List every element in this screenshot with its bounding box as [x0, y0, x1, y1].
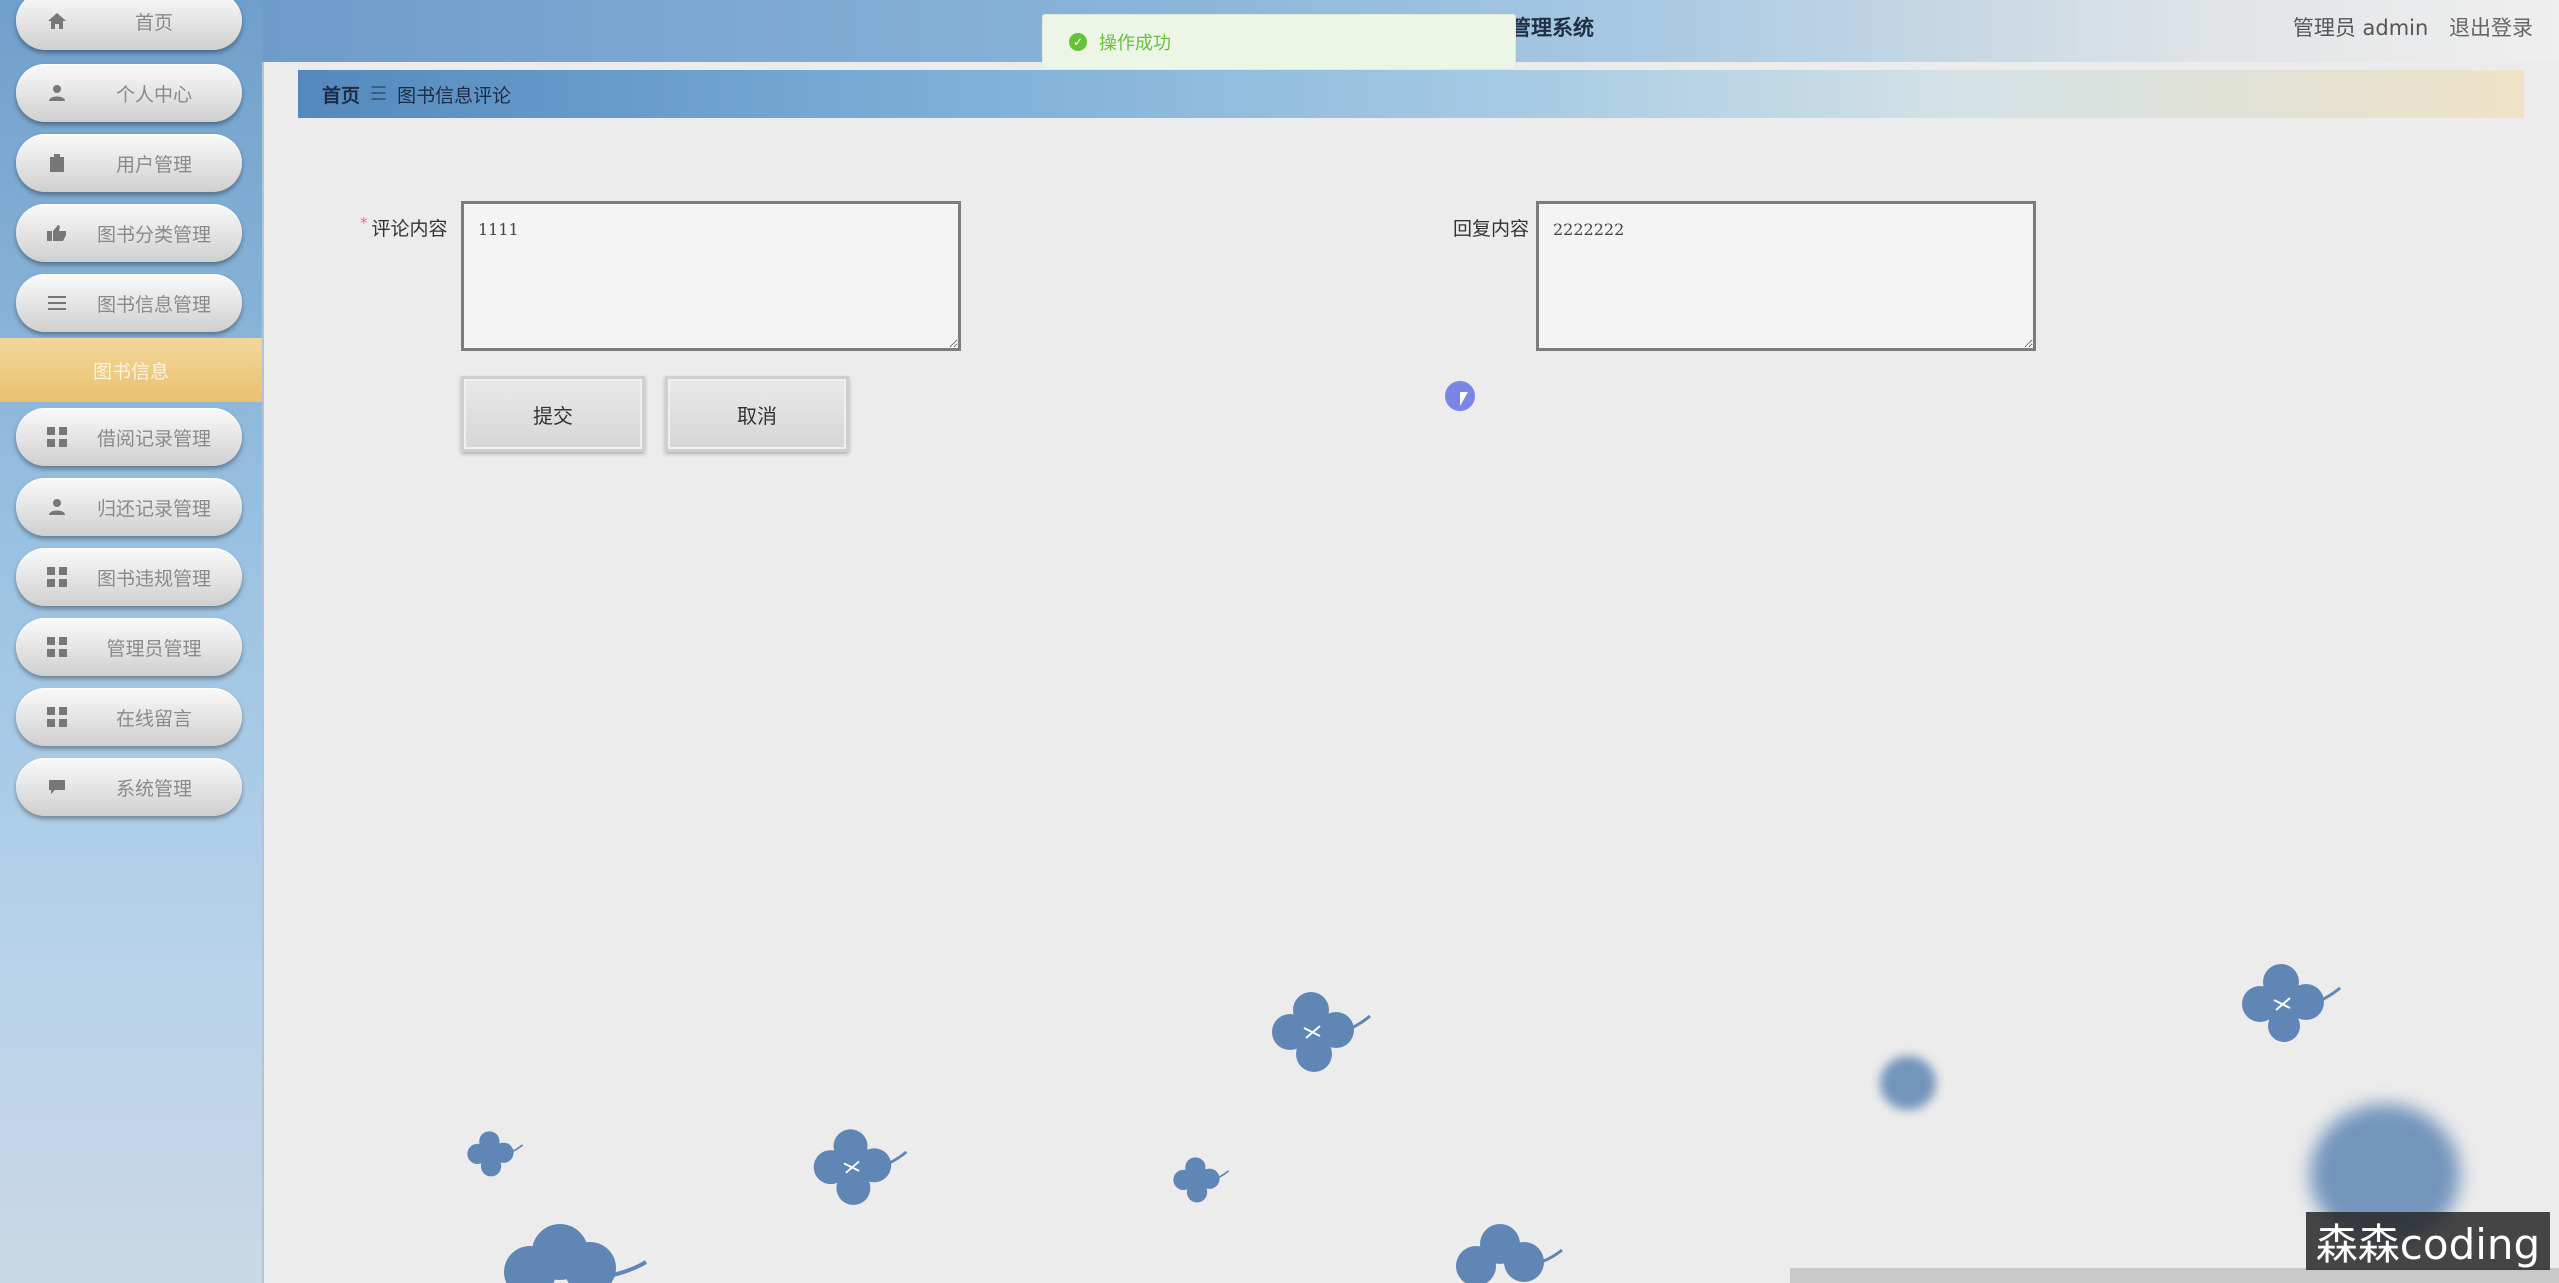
user-role: 管理员 admin — [2292, 16, 2429, 40]
sidebar-item-messages[interactable]: 在线留言 — [16, 688, 242, 746]
submit-button[interactable]: 提交 — [461, 376, 645, 452]
breadcrumb: 首页 ☰ 图书信息评论 — [298, 70, 2524, 118]
grid-icon — [46, 566, 68, 588]
clover-decoration-icon — [1272, 992, 1371, 1072]
sidebar-item-system[interactable]: 系统管理 — [16, 758, 242, 816]
clover-decoration-icon — [813, 1129, 908, 1205]
clover-decoration-icon — [1173, 1157, 1230, 1203]
sidebar-item-borrow-records[interactable]: 借阅记录管理 — [16, 408, 242, 466]
sidebar-item-home[interactable]: 首页 — [16, 0, 242, 50]
breadcrumb-home[interactable]: 首页 — [322, 81, 360, 108]
comment-label: * 评论内容 — [360, 214, 448, 241]
sidebar: 首页 个人中心 用户管理 图书分类管理 图书信息管理 图书信息 借阅记录管理 归… — [0, 0, 262, 1283]
user-info: 管理员 admin 退出登录 — [2293, 12, 2533, 42]
sidebar-item-user-management[interactable]: 用户管理 — [16, 134, 242, 192]
grid-icon — [46, 426, 68, 448]
chat-icon — [46, 776, 68, 798]
clover-decoration-icon — [2242, 964, 2341, 1042]
check-circle-icon: ✓ — [1069, 33, 1087, 51]
breadcrumb-separator: ☰ — [370, 83, 388, 105]
success-toast: ✓ 操作成功 — [1042, 14, 1516, 70]
grid-icon — [46, 706, 68, 728]
sidebar-item-return-records[interactable]: 归还记录管理 — [16, 478, 242, 536]
reply-label: 回复内容 — [1453, 218, 1530, 240]
blurred-clover-decoration — [1880, 1056, 1936, 1110]
clover-decoration-icon — [1456, 1224, 1563, 1283]
sidebar-item-personal-center[interactable]: 个人中心 — [16, 64, 242, 122]
grid-icon — [46, 636, 68, 658]
sidebar-item-book-info[interactable]: 图书信息管理 — [16, 274, 242, 332]
breadcrumb-current: 图书信息评论 — [397, 84, 512, 107]
home-icon — [46, 10, 68, 32]
person-icon — [46, 82, 68, 104]
divider — [262, 0, 264, 1283]
cancel-button[interactable]: 取消 — [665, 376, 849, 452]
sidebar-item-admin-management[interactable]: 管理员管理 — [16, 618, 242, 676]
comment-label-text: 评论内容 — [371, 218, 448, 240]
thumb-icon — [46, 222, 68, 244]
system-title: 管理系统 — [1510, 16, 1594, 40]
clipboard-icon — [46, 152, 68, 174]
comment-textarea[interactable] — [461, 201, 961, 351]
person-icon — [46, 496, 68, 518]
reply-textarea[interactable] — [1536, 201, 2036, 351]
required-mark: * — [360, 214, 368, 232]
sidebar-subitem-book-info[interactable]: 图书信息 — [0, 338, 262, 402]
mouse-cursor-icon — [1460, 392, 1468, 406]
clover-decoration-icon — [467, 1131, 524, 1177]
logout-link[interactable]: 退出登录 — [2449, 16, 2533, 40]
watermark: 森森coding — [2306, 1212, 2550, 1270]
toast-message: 操作成功 — [1099, 33, 1171, 54]
clover-decoration-icon — [504, 1224, 648, 1283]
sidebar-item-violations[interactable]: 图书违规管理 — [16, 548, 242, 606]
list-icon — [46, 292, 68, 314]
sidebar-item-book-category[interactable]: 图书分类管理 — [16, 204, 242, 262]
